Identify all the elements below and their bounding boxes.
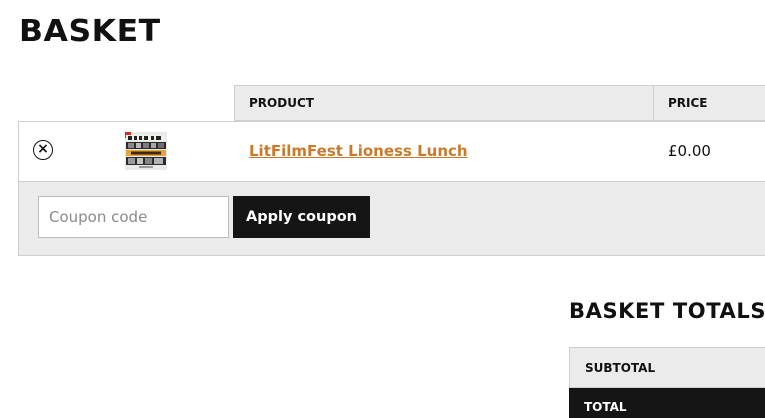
column-header-price: PRICE: [668, 96, 708, 110]
coupon-actions-row: Apply coupon: [18, 181, 765, 256]
cart-table-header: PRODUCT PRICE: [234, 85, 765, 121]
product-thumbnail-image: [125, 132, 167, 170]
total-label: TOTAL: [584, 400, 627, 414]
remove-item-icon[interactable]: ×: [33, 140, 53, 160]
column-header-product: PRODUCT: [249, 96, 314, 110]
subtotal-label: SUBTOTAL: [585, 361, 656, 375]
page-title: BASKET: [19, 14, 161, 49]
cart-item-row: × LitFilmFest Lioness Lunch £0.00: [18, 121, 765, 182]
cart-table: PRODUCT PRICE × LitFilmFest Lioness Lunc…: [18, 85, 765, 256]
subtotal-row: SUBTOTAL: [569, 347, 765, 388]
total-row: TOTAL: [569, 388, 765, 418]
coupon-code-input[interactable]: [38, 196, 229, 238]
product-price: £0.00: [668, 142, 711, 160]
basket-totals-title: BASKET TOTALS: [569, 299, 765, 323]
apply-coupon-button[interactable]: Apply coupon: [233, 196, 370, 238]
product-name-link[interactable]: LitFilmFest Lioness Lunch: [249, 142, 468, 160]
header-divider: [653, 86, 654, 120]
product-thumbnail[interactable]: [125, 132, 167, 170]
